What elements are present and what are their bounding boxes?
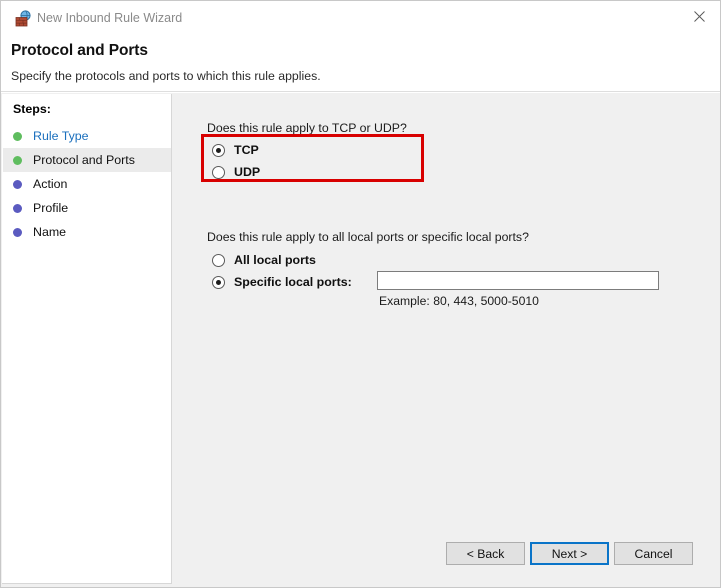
ports-question-label: Does this rule apply to all local ports … bbox=[207, 230, 529, 244]
sidebar-item-label: Name bbox=[33, 225, 66, 239]
radio-label: TCP bbox=[234, 143, 259, 157]
step-bullet-icon bbox=[13, 132, 22, 141]
back-button[interactable]: < Back bbox=[446, 542, 525, 565]
radio-label: All local ports bbox=[234, 253, 316, 267]
ports-example-hint: Example: 80, 443, 5000-5010 bbox=[379, 294, 539, 308]
radio-indicator-icon bbox=[212, 276, 225, 289]
steps-heading: Steps: bbox=[13, 102, 51, 116]
specific-ports-input[interactable] bbox=[377, 271, 659, 290]
radio-indicator-icon bbox=[212, 144, 225, 157]
radio-all-local-ports[interactable]: All local ports bbox=[212, 253, 316, 267]
sidebar-item-label: Action bbox=[33, 177, 67, 191]
step-bullet-icon bbox=[13, 204, 22, 213]
main-content: Does this rule apply to TCP or UDP? TCP … bbox=[173, 93, 721, 587]
page-title: Protocol and Ports bbox=[11, 42, 148, 60]
radio-label: Specific local ports: bbox=[234, 275, 352, 289]
cancel-button[interactable]: Cancel bbox=[614, 542, 693, 565]
step-bullet-icon bbox=[13, 156, 22, 165]
radio-indicator-icon bbox=[212, 166, 225, 179]
close-button[interactable] bbox=[676, 1, 721, 32]
steps-sidebar: Steps: Rule Type Protocol and Ports Acti… bbox=[2, 94, 172, 584]
radio-label: UDP bbox=[234, 165, 260, 179]
step-bullet-icon bbox=[13, 228, 22, 237]
radio-protocol-udp[interactable]: UDP bbox=[212, 165, 260, 179]
page-header: Protocol and Ports Specify the protocols… bbox=[1, 34, 721, 92]
sidebar-item-action[interactable]: Action bbox=[3, 172, 171, 196]
sidebar-item-label: Protocol and Ports bbox=[33, 153, 135, 167]
title-bar: New Inbound Rule Wizard bbox=[1, 1, 721, 34]
next-button[interactable]: Next > bbox=[530, 542, 609, 565]
window-title: New Inbound Rule Wizard bbox=[37, 10, 182, 26]
radio-protocol-tcp[interactable]: TCP bbox=[212, 143, 259, 157]
firewall-shield-icon bbox=[15, 10, 32, 27]
sidebar-item-name[interactable]: Name bbox=[3, 220, 171, 244]
body-area: Steps: Rule Type Protocol and Ports Acti… bbox=[1, 93, 721, 587]
protocol-question-label: Does this rule apply to TCP or UDP? bbox=[207, 121, 407, 135]
sidebar-item-label: Rule Type bbox=[33, 129, 89, 143]
radio-specific-local-ports[interactable]: Specific local ports: bbox=[212, 275, 352, 289]
radio-indicator-icon bbox=[212, 254, 225, 267]
step-bullet-icon bbox=[13, 180, 22, 189]
sidebar-item-rule-type[interactable]: Rule Type bbox=[3, 124, 171, 148]
sidebar-item-profile[interactable]: Profile bbox=[3, 196, 171, 220]
page-subtitle: Specify the protocols and ports to which… bbox=[11, 69, 321, 83]
sidebar-item-label: Profile bbox=[33, 201, 68, 215]
wizard-window: New Inbound Rule Wizard Protocol and Por… bbox=[0, 0, 721, 588]
close-icon bbox=[694, 11, 705, 22]
sidebar-item-protocol-and-ports[interactable]: Protocol and Ports bbox=[3, 148, 171, 172]
